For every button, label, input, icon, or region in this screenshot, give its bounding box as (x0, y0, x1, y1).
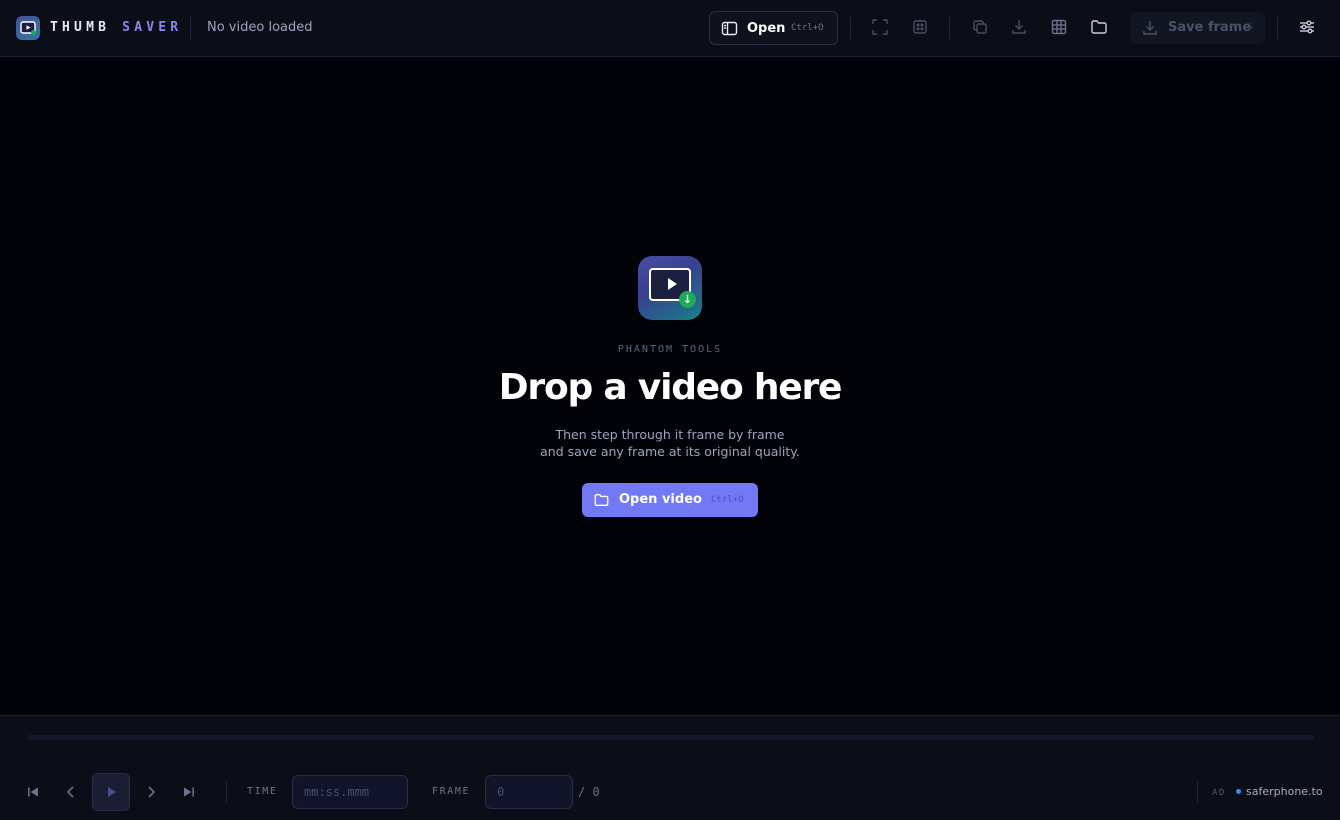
brand-name-part1: THUMB (50, 20, 111, 35)
drop-subtitle-line1: Then step through it frame by frame (555, 427, 785, 442)
save-frame-button[interactable]: Save frame S (1130, 12, 1265, 44)
play-icon (108, 787, 116, 797)
time-label: TIME (247, 786, 278, 797)
eyebrow-text: PHANTOM TOOLS (617, 344, 723, 355)
divider (850, 17, 851, 39)
playback-bar: TIME FRAME / 0 AD saferphone.to (0, 715, 1340, 820)
save-frame-shortcut: S (1248, 22, 1254, 32)
folder-icon (593, 492, 610, 512)
open-video-shortcut: Ctrl+O (711, 495, 744, 505)
download-icon (1141, 19, 1159, 41)
drop-subtitle-line2: and save any frame at its original quali… (540, 444, 800, 459)
download-icon[interactable] (1010, 18, 1030, 38)
frame-input[interactable] (485, 775, 573, 809)
app-logo-icon: ↓ (638, 256, 702, 320)
next-frame-icon[interactable] (143, 784, 159, 800)
brand-name-part2: SAVER (122, 20, 183, 35)
crop-icon[interactable] (911, 18, 931, 38)
open-button[interactable]: Open Ctrl+O (709, 11, 838, 45)
copy-icon[interactable] (971, 18, 991, 38)
open-button-label: Open (747, 21, 786, 36)
skip-to-end-icon[interactable] (181, 784, 197, 800)
open-shortcut: Ctrl+O (791, 23, 824, 33)
ad-link[interactable]: saferphone.to (1246, 785, 1323, 798)
fullscreen-icon[interactable] (871, 18, 891, 38)
download-badge-icon: ↓ (679, 291, 696, 308)
drop-title: Drop a video here (498, 367, 843, 408)
top-bar: THUMB SAVER No video loaded Open Ctrl+O (0, 0, 1340, 57)
folder-icon[interactable] (1090, 18, 1110, 38)
settings-icon[interactable] (1298, 18, 1318, 38)
previous-frame-icon[interactable] (63, 784, 79, 800)
video-status: No video loaded (207, 20, 313, 35)
ad-label: AD (1212, 788, 1226, 798)
save-frame-label: Save frame (1168, 20, 1252, 35)
divider (1277, 17, 1278, 39)
skip-to-start-icon[interactable] (25, 784, 41, 800)
sidebar-icon (721, 20, 738, 41)
timeline-scrubber[interactable] (27, 735, 1314, 740)
divider (190, 17, 191, 39)
play-button[interactable] (92, 773, 130, 811)
grid-icon[interactable] (1050, 18, 1070, 38)
play-icon (668, 278, 677, 290)
drop-subtitle: Then step through it frame by frame and … (0, 426, 1340, 460)
frame-total: / 0 (578, 785, 600, 799)
divider (949, 17, 950, 39)
open-video-button[interactable]: Open video Ctrl+O (582, 483, 758, 517)
time-input[interactable] (292, 775, 408, 809)
frame-label: FRAME (432, 786, 471, 797)
video-drop-zone[interactable]: ↓ PHANTOM TOOLS Drop a video here Then s… (0, 57, 1340, 715)
divider (1197, 782, 1198, 802)
brand-name: THUMB SAVER (50, 20, 182, 35)
divider (226, 782, 227, 802)
open-video-label: Open video (619, 492, 702, 507)
ad-dot-icon (1236, 789, 1241, 794)
app-logo-icon (16, 16, 40, 40)
